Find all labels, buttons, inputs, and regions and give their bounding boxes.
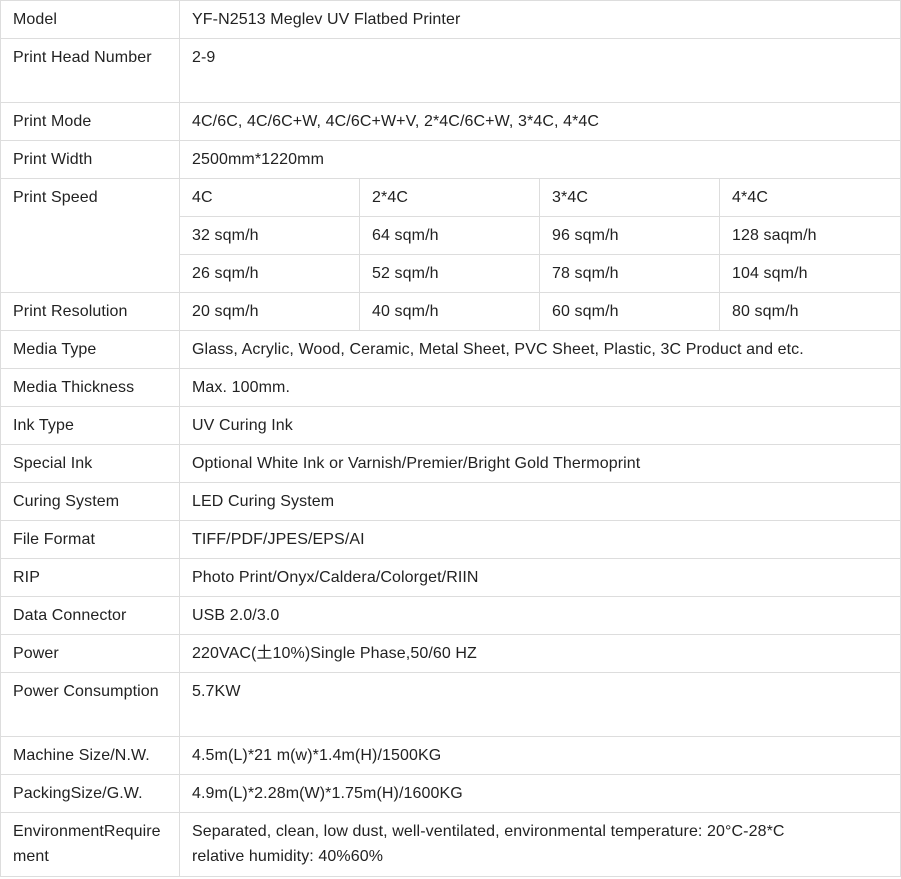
spec-label: EnvironmentRequirement xyxy=(0,812,180,877)
spec-label: Power Consumption xyxy=(0,672,180,737)
spec-label: Print Mode xyxy=(0,102,180,141)
spec-label: Machine Size/N.W. xyxy=(0,736,180,775)
table-row: Ink Type UV Curing Ink xyxy=(0,406,901,445)
spec-value: LED Curing System xyxy=(178,482,901,521)
table-row: Print Speed 4C 2*4C 3*4C 4*4C xyxy=(0,178,901,293)
spec-label: Power xyxy=(0,634,180,673)
spec-value: 4C/6C, 4C/6C+W, 4C/6C+W+V, 2*4C/6C+W, 3*… xyxy=(178,102,901,141)
resolution-value-cell: 20 sqm/h xyxy=(179,292,360,331)
speed-header-cell: 4C xyxy=(179,178,360,217)
speed-value-cell: 104 sqm/h xyxy=(718,254,901,293)
spec-value: UV Curing Ink xyxy=(178,406,901,445)
speed-header-cell: 3*4C xyxy=(539,178,720,217)
table-row: PackingSize/G.W. 4.9m(L)*2.28m(W)*1.75m(… xyxy=(0,774,901,813)
spec-value: 2-9 xyxy=(178,38,901,103)
table-row: Special Ink Optional White Ink or Varnis… xyxy=(0,444,901,483)
spec-value: USB 2.0/3.0 xyxy=(178,596,901,635)
table-row: Curing System LED Curing System xyxy=(0,482,901,521)
spec-value-line: relative humidity: 40%60% xyxy=(192,848,384,865)
table-row: Power Consumption 5.7KW xyxy=(0,672,901,737)
table-row: Model YF-N2513 Meglev UV Flatbed Printer xyxy=(0,0,901,39)
spec-value: TIFF/PDF/JPES/EPS/AI xyxy=(178,520,901,559)
speed-value-cell: 26 sqm/h xyxy=(179,254,360,293)
spec-value: 4.9m(L)*2.28m(W)*1.75m(H)/1600KG xyxy=(178,774,901,813)
speed-header-cell: 4*4C xyxy=(718,178,901,217)
spec-label: Print Speed xyxy=(0,178,180,293)
table-row: Print Width 2500mm*1220mm xyxy=(0,140,901,179)
spec-label-text: EnvironmentRequirement xyxy=(13,823,161,865)
spec-label: Data Connector xyxy=(0,596,180,635)
spec-label: Curing System xyxy=(0,482,180,521)
spec-value: Max. 100mm. xyxy=(178,368,901,407)
spec-label: PackingSize/G.W. xyxy=(0,774,180,813)
spec-value: 5.7KW xyxy=(178,672,901,737)
spec-label: Print Resolution xyxy=(0,292,180,331)
spec-label: File Format xyxy=(0,520,180,559)
speed-value-cell: 64 sqm/h xyxy=(359,216,540,255)
spec-table: Model YF-N2513 Meglev UV Flatbed Printer… xyxy=(0,0,901,877)
speed-value-cell: 78 sqm/h xyxy=(539,254,720,293)
table-row: EnvironmentRequirement Separated, clean,… xyxy=(0,812,901,877)
spec-value: Glass, Acrylic, Wood, Ceramic, Metal She… xyxy=(178,330,901,369)
spec-label: Media Thickness xyxy=(0,368,180,407)
speed-value-cell: 96 sqm/h xyxy=(539,216,720,255)
speed-value-cell: 32 sqm/h xyxy=(179,216,360,255)
spec-value-line: Separated, clean, low dust, well-ventila… xyxy=(192,823,785,840)
spec-value: Optional White Ink or Varnish/Premier/Br… xyxy=(178,444,901,483)
resolution-value-cell: 80 sqm/h xyxy=(718,292,901,331)
table-row: Media Thickness Max. 100mm. xyxy=(0,368,901,407)
speed-value-cell: 52 sqm/h xyxy=(359,254,540,293)
spec-label: Media Type xyxy=(0,330,180,369)
table-row: RIP Photo Print/Onyx/Caldera/Colorget/RI… xyxy=(0,558,901,597)
spec-value: YF-N2513 Meglev UV Flatbed Printer xyxy=(178,0,901,39)
spec-value: 2500mm*1220mm xyxy=(178,140,901,179)
speed-header-cell: 2*4C xyxy=(359,178,540,217)
table-row: File Format TIFF/PDF/JPES/EPS/AI xyxy=(0,520,901,559)
spec-value: 220VAC(土10%)Single Phase,50/60 HZ xyxy=(178,634,901,673)
spec-label: Print Head Number xyxy=(0,38,180,103)
table-row: Print Mode 4C/6C, 4C/6C+W, 4C/6C+W+V, 2*… xyxy=(0,102,901,141)
table-row: Machine Size/N.W. 4.5m(L)*21 m(w)*1.4m(H… xyxy=(0,736,901,775)
spec-label: Ink Type xyxy=(0,406,180,445)
spec-label: RIP xyxy=(0,558,180,597)
resolution-value-cell: 60 sqm/h xyxy=(539,292,720,331)
table-row: Media Type Glass, Acrylic, Wood, Ceramic… xyxy=(0,330,901,369)
resolution-value-cell: 40 sqm/h xyxy=(359,292,540,331)
table-row: Power 220VAC(土10%)Single Phase,50/60 HZ xyxy=(0,634,901,673)
spec-value: Separated, clean, low dust, well-ventila… xyxy=(178,812,901,877)
spec-value: Photo Print/Onyx/Caldera/Colorget/RIIN xyxy=(178,558,901,597)
spec-value: 4.5m(L)*21 m(w)*1.4m(H)/1500KG xyxy=(178,736,901,775)
table-row: Data Connector USB 2.0/3.0 xyxy=(0,596,901,635)
table-row: Print Head Number 2-9 xyxy=(0,38,901,103)
speed-value-cell: 128 saqm/h xyxy=(718,216,901,255)
spec-label: Print Width xyxy=(0,140,180,179)
spec-label: Special Ink xyxy=(0,444,180,483)
spec-label: Model xyxy=(0,0,180,39)
table-row: Print Resolution 20 sqm/h 40 sqm/h 60 sq… xyxy=(0,292,901,331)
